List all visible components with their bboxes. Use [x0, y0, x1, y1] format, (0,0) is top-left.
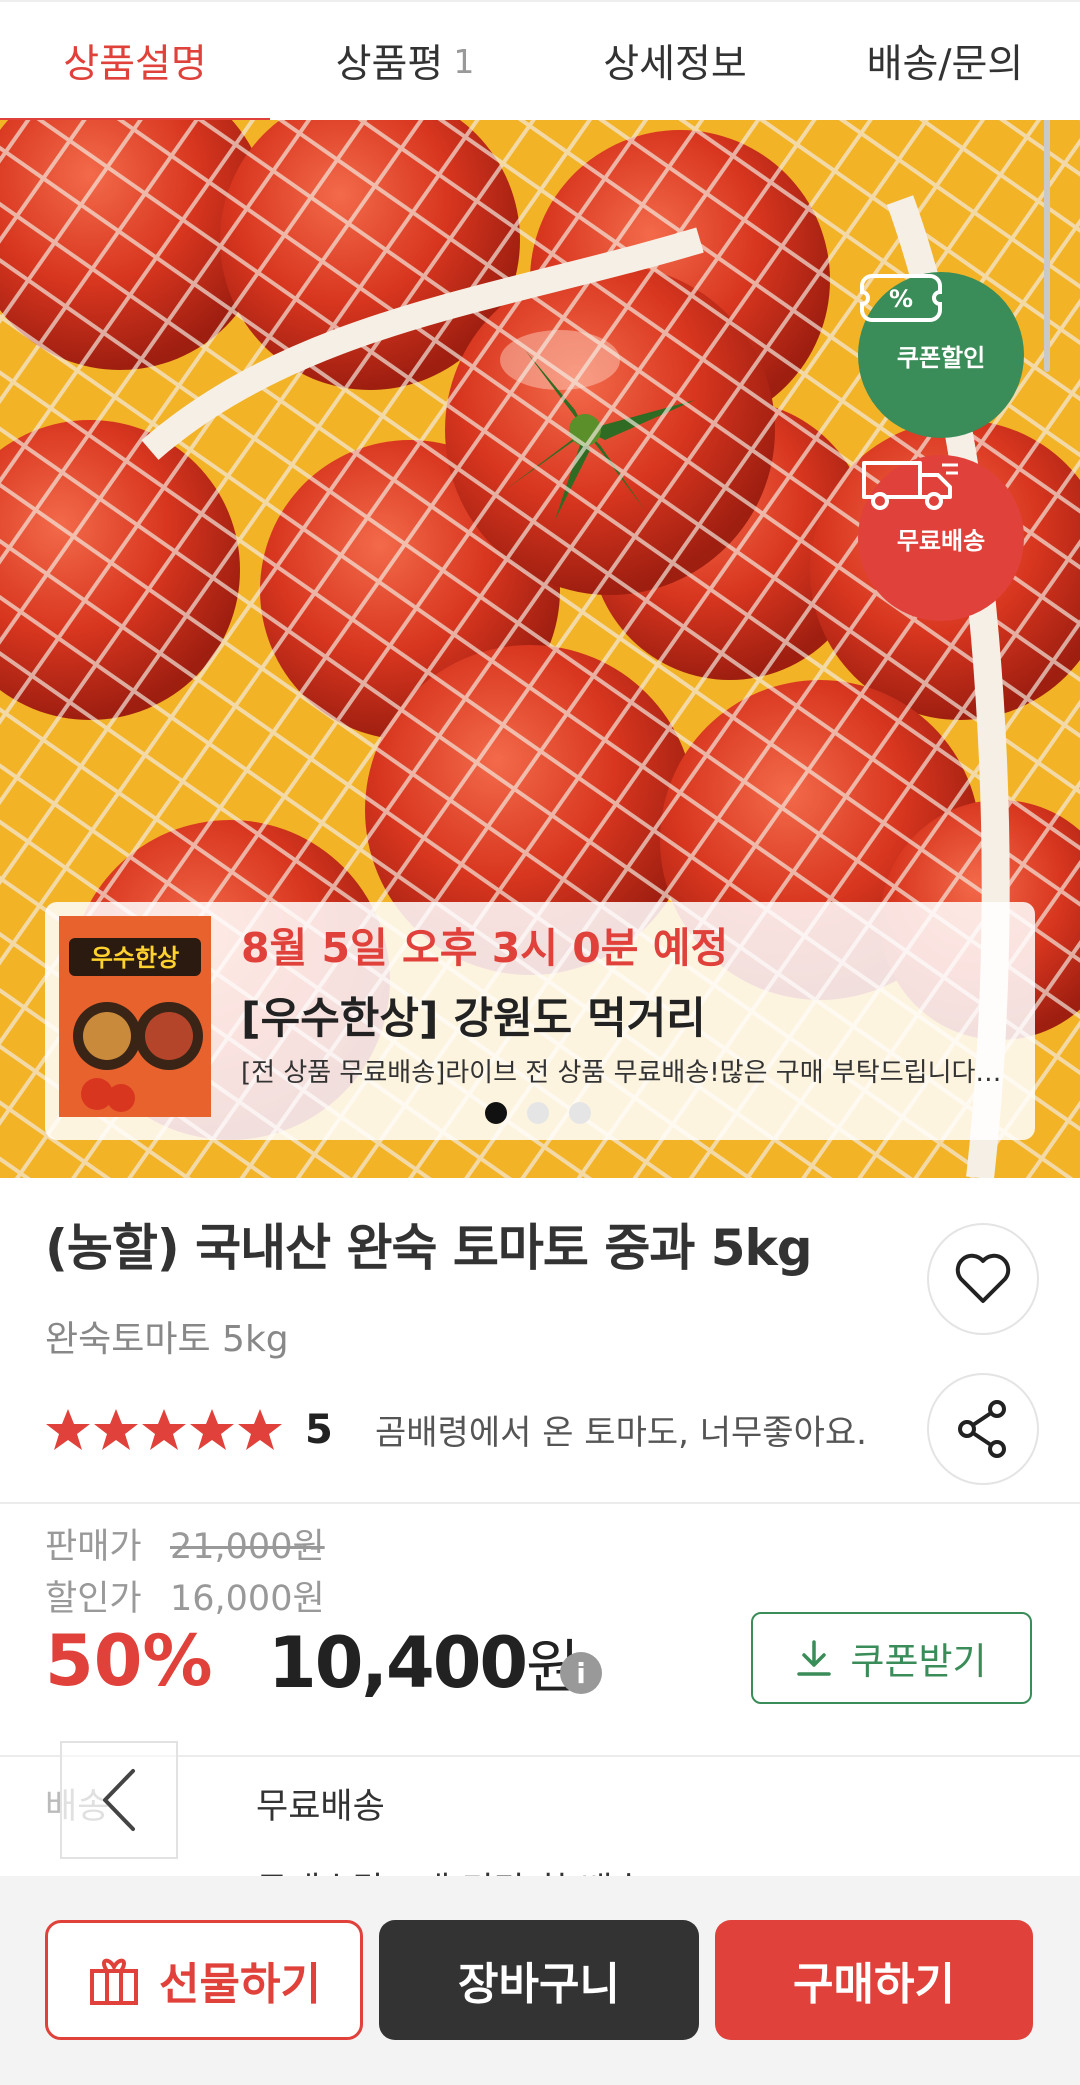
cart-button[interactable]: 장바구니 [379, 1920, 699, 2040]
coupon-badge-label: 쿠폰할인 [896, 343, 986, 372]
rating[interactable]: 5 [45, 1400, 333, 1460]
delivery-truck-icon [862, 461, 958, 510]
buy-button[interactable]: 구매하기 [715, 1920, 1033, 2040]
share-icon [958, 1400, 1006, 1458]
coupon-ticket-icon: % [860, 274, 942, 322]
chevron-left-icon [103, 1769, 135, 1831]
rating-stars [45, 1407, 283, 1453]
back-button[interactable] [60, 1741, 178, 1859]
download-icon [797, 1640, 832, 1676]
info-symbol: i [576, 1656, 586, 1690]
cart-button-label: 장바구니 [458, 1959, 620, 2010]
svg-text:우수한상: 우수한상 [91, 944, 179, 972]
info-icon[interactable]: i [560, 1652, 602, 1694]
tab-bar: 상품설명 상품평 1 상세정보 배송/문의 [0, 0, 1080, 124]
scrollbar[interactable] [1044, 120, 1050, 372]
get-coupon-button[interactable]: 쿠폰받기 [751, 1612, 1032, 1704]
shipping-value: 무료배송 [256, 1787, 385, 1827]
sale-price: 21,000원 [170, 1527, 325, 1567]
review-snippet[interactable]: 곰배령에서 온 토마도, 너무좋아요. [375, 1405, 867, 1454]
final-price: 10,400원 [268, 1620, 580, 1704]
heart-icon [955, 1253, 1011, 1303]
sale-price-row: 판매가 21,000원 [45, 1518, 325, 1569]
product-title: (농할) 국내산 완숙 토마토 중과 5kg [45, 1219, 813, 1277]
divider [0, 1502, 1080, 1504]
svg-text:%: % [889, 285, 913, 313]
carousel-dot[interactable] [527, 1102, 549, 1124]
carousel-dot[interactable] [485, 1102, 507, 1124]
discount-price: 16,000원 [170, 1579, 325, 1619]
product-subtitle: 완숙토마토 5kg [45, 1319, 289, 1360]
carousel-dots [485, 1102, 591, 1124]
tab-details[interactable]: 상세정보 [540, 2, 810, 120]
tab-description[interactable]: 상품설명 [0, 2, 270, 120]
star-icons [46, 1409, 282, 1450]
live-schedule: 8월 5일 오후 3시 0분 예정 [241, 924, 729, 972]
bottom-action-bar: 선물하기 장바구니 구매하기 [0, 1876, 1080, 2085]
coupon-discount-badge: % 쿠폰할인 [858, 272, 1024, 438]
discount-price-row: 할인가 16,000원 [45, 1570, 325, 1621]
review-count: 1 [453, 41, 475, 81]
gift-button-label: 선물하기 [159, 1959, 321, 2010]
tab-reviews[interactable]: 상품평 1 [270, 2, 540, 120]
tab-shipping-inquiry[interactable]: 배송/문의 [810, 2, 1080, 120]
free-shipping-badge: 무료배송 [858, 455, 1024, 621]
final-price-value: 10,400 [268, 1622, 528, 1704]
discount-rate: 50% [45, 1620, 213, 1702]
discount-price-label: 할인가 [45, 1579, 142, 1619]
live-description: [전 상품 무료배송]라이브 전 상품 무료배송!많은 구매 부탁드립니다😊[최… [241, 1058, 1021, 1088]
live-poster-image: 우수한상 [59, 916, 211, 1117]
tab-label: 상품평 [335, 42, 444, 87]
tab-label: 배송/문의 [866, 42, 1024, 87]
favorite-button[interactable] [927, 1223, 1039, 1335]
rating-score: 5 [305, 1407, 333, 1453]
carousel-dot[interactable] [569, 1102, 591, 1124]
tab-label: 상품설명 [63, 42, 207, 87]
live-broadcast-card[interactable]: 우수한상 8월 5일 오후 3시 0분 예정 [우수한상] 강원도 먹거리 [전… [45, 902, 1035, 1140]
live-thumbnail: 우수한상 [59, 916, 211, 1117]
coupon-button-label: 쿠폰받기 [850, 1640, 987, 1683]
gift-icon [90, 1958, 139, 2005]
buy-button-label: 구매하기 [793, 1959, 955, 2010]
share-button[interactable] [927, 1373, 1039, 1485]
tab-label: 상세정보 [603, 42, 747, 87]
live-title: [우수한상] 강원도 먹거리 [241, 994, 706, 1044]
gift-button[interactable]: 선물하기 [45, 1920, 363, 2040]
sale-price-label: 판매가 [45, 1527, 142, 1567]
shipping-badge-label: 무료배송 [896, 526, 986, 555]
